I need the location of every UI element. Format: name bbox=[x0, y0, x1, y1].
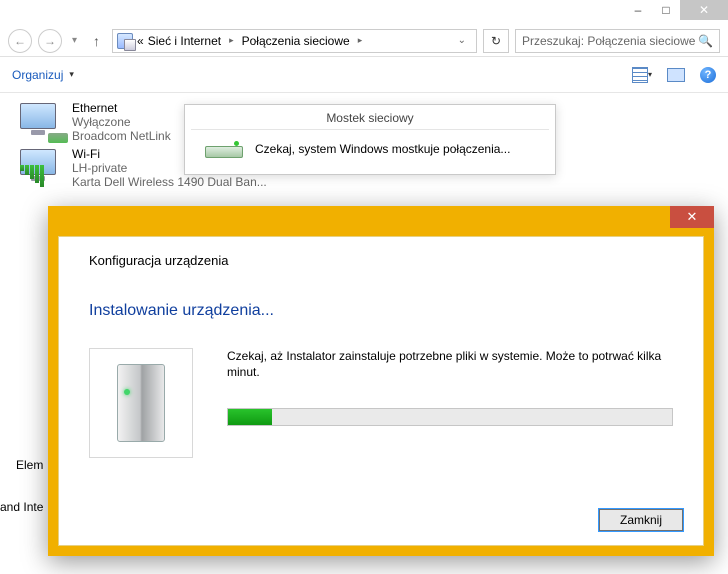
category-fragment: and Inte bbox=[0, 500, 43, 514]
address-bar[interactable]: « Sieć i Internet ▸ Połączenia sieciowe … bbox=[112, 29, 477, 53]
dropdown-caret-icon: ▾ bbox=[69, 69, 74, 80]
address-dropdown-icon[interactable]: ⌄ bbox=[452, 35, 472, 46]
breadcrumb-item[interactable]: Połączenia sieciowe bbox=[242, 34, 350, 48]
pane-icon bbox=[667, 68, 685, 82]
connection-adapter: Broadcom NetLink bbox=[72, 129, 171, 143]
breadcrumb-separator-icon[interactable]: ▸ bbox=[358, 35, 363, 46]
help-button[interactable]: ? bbox=[700, 67, 716, 83]
statusbar-fragment: Elem bbox=[16, 458, 43, 472]
bridge-dialog-title: Mostek sieciowy bbox=[185, 105, 555, 129]
dialog-title: Konfiguracja urządzenia bbox=[89, 253, 673, 268]
device-icon bbox=[89, 348, 193, 458]
bridge-dialog: Mostek sieciowy Czekaj, system Windows m… bbox=[184, 104, 556, 175]
bridge-dialog-text: Czekaj, system Windows mostkuje połączen… bbox=[255, 142, 510, 156]
preview-pane-button[interactable] bbox=[666, 66, 686, 84]
search-placeholder: Przeszukaj: Połączenia sieciowe bbox=[522, 34, 698, 48]
nav-forward-button[interactable]: → bbox=[38, 29, 62, 53]
nav-history-dropdown[interactable]: ▾ bbox=[68, 35, 81, 46]
dropdown-caret-icon: ▾ bbox=[648, 70, 652, 79]
nav-up-button[interactable]: ↑ bbox=[87, 33, 106, 49]
dialog-heading: Instalowanie urządzenia... bbox=[89, 302, 673, 320]
breadcrumb-separator-icon[interactable]: ▸ bbox=[229, 35, 234, 46]
window-close-button[interactable]: ✕ bbox=[680, 0, 728, 20]
install-progress-bar bbox=[227, 408, 673, 426]
explorer-toolbar: Organizuj ▾ ▾ ? bbox=[0, 57, 728, 93]
window-maximize-button[interactable]: □ bbox=[652, 0, 680, 20]
window-minimize-button[interactable]: – bbox=[624, 0, 652, 20]
dialog-close-button[interactable]: ✕ bbox=[670, 206, 714, 228]
nav-back-button[interactable]: ← bbox=[8, 29, 32, 53]
ethernet-icon bbox=[20, 101, 64, 141]
window-titlebar: – □ ✕ bbox=[0, 0, 728, 25]
connection-title: Ethernet bbox=[72, 101, 171, 115]
address-bar-row: ← → ▾ ↑ « Sieć i Internet ▸ Połączenia s… bbox=[0, 25, 728, 57]
breadcrumb-item[interactable]: Sieć i Internet bbox=[148, 34, 221, 48]
device-config-dialog: ✕ Konfiguracja urządzenia Instalowanie u… bbox=[48, 206, 714, 556]
search-input[interactable]: Przeszukaj: Połączenia sieciowe 🔍 bbox=[515, 29, 720, 53]
organize-menu-button[interactable]: Organizuj ▾ bbox=[12, 68, 74, 82]
refresh-button[interactable]: ↻ bbox=[483, 29, 509, 53]
dialog-message: Czekaj, aż Instalator zainstaluje potrze… bbox=[227, 348, 673, 380]
connection-status: Wyłączone bbox=[72, 115, 171, 129]
location-icon bbox=[117, 33, 133, 49]
view-options-button[interactable]: ▾ bbox=[632, 66, 652, 84]
connection-adapter: Karta Dell Wireless 1490 Dual Ban... bbox=[72, 175, 267, 189]
wifi-icon bbox=[20, 147, 64, 187]
bridge-icon bbox=[205, 140, 243, 158]
organize-label: Organizuj bbox=[12, 68, 63, 82]
close-button[interactable]: Zamknij bbox=[599, 509, 683, 531]
search-icon[interactable]: 🔍 bbox=[698, 34, 713, 48]
breadcrumb-chevrons[interactable]: « bbox=[137, 34, 144, 48]
view-list-icon bbox=[632, 67, 648, 83]
